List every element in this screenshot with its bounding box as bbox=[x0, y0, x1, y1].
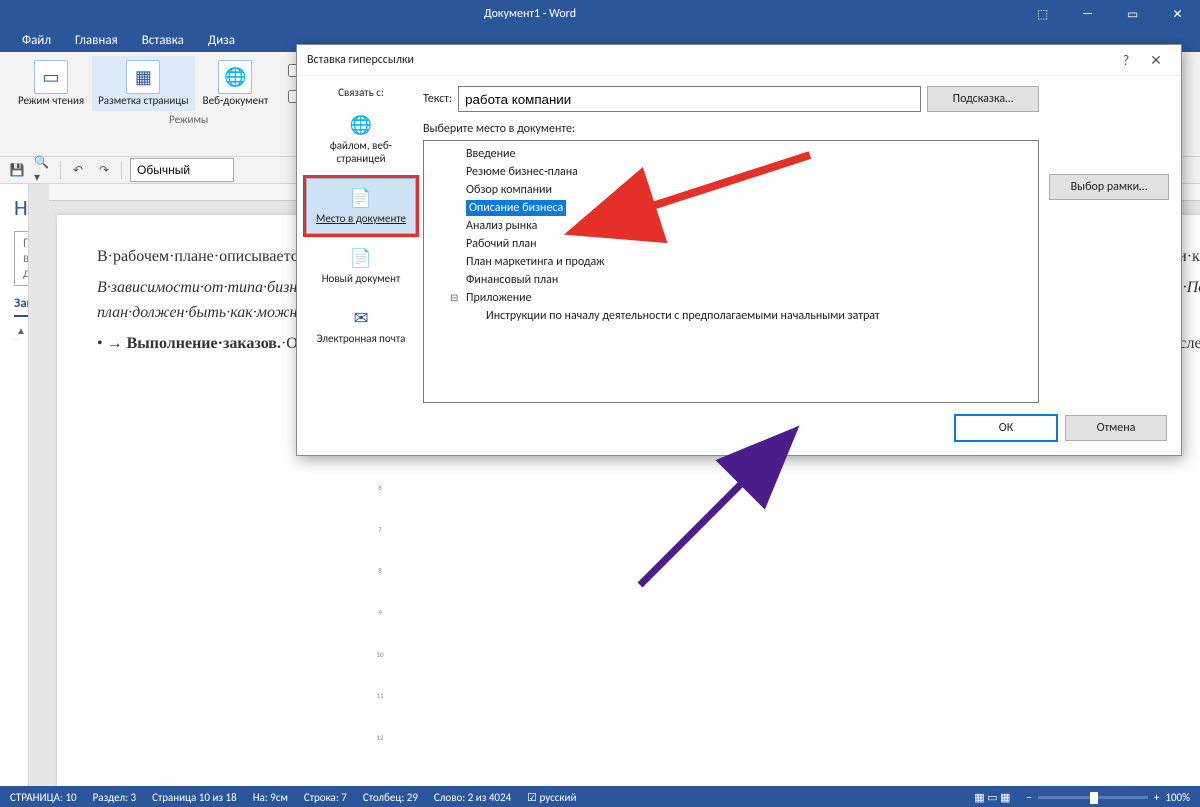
style-input[interactable] bbox=[130, 158, 234, 182]
screentip-button[interactable]: Подсказка… bbox=[927, 86, 1039, 112]
find-icon[interactable]: 🔍▾ bbox=[34, 161, 52, 179]
status-page-of[interactable]: Страница 10 из 18 bbox=[152, 791, 237, 804]
status-at[interactable]: На: 9см bbox=[253, 791, 288, 804]
status-lang[interactable]: ☑ русский bbox=[527, 791, 576, 804]
zoom-value: 100% bbox=[1165, 791, 1190, 804]
minimize-button[interactable]: — bbox=[1065, 0, 1110, 28]
tree-item[interactable]: Инструкции по началу деятельности с пред… bbox=[426, 307, 1036, 325]
tab-home[interactable]: Главная bbox=[63, 29, 130, 52]
dialog-help-button[interactable]: ? bbox=[1111, 52, 1141, 69]
status-words[interactable]: Слово: 2 из 4024 bbox=[434, 791, 511, 804]
document-locations-tree[interactable]: Введение Резюме бизнес-плана Обзор компа… bbox=[423, 140, 1039, 403]
tree-item[interactable]: Резюме бизнес-плана bbox=[426, 163, 1036, 181]
print-layout-label: Разметка страницы bbox=[98, 94, 189, 107]
display-text-label: Текст: bbox=[423, 92, 452, 106]
document-place-icon: 📄 bbox=[311, 187, 411, 209]
display-text-input[interactable] bbox=[458, 86, 921, 112]
tab-insert[interactable]: Вставка bbox=[130, 29, 196, 52]
save-icon[interactable]: 💾 bbox=[8, 161, 26, 179]
status-line[interactable]: Строка: 7 bbox=[304, 791, 347, 804]
link-to-email[interactable]: ✉ Электронная почта bbox=[306, 298, 416, 354]
nav-collapse-all[interactable]: ▲ bbox=[14, 322, 18, 340]
zoom-slider[interactable]: −+ 100% bbox=[1026, 791, 1190, 804]
tree-item[interactable]: Обзор компании bbox=[426, 181, 1036, 199]
web-layout-button[interactable]: 🌐 Веб-документ bbox=[197, 56, 275, 111]
insert-hyperlink-dialog: Вставка гиперссылки ? ✕ Связать с: 🌐 фай… bbox=[296, 44, 1182, 456]
tree-item[interactable]: Финансовый план bbox=[426, 271, 1036, 289]
tab-file[interactable]: Файл bbox=[10, 29, 63, 52]
target-frame-button[interactable]: Выбор рамки… bbox=[1049, 174, 1169, 200]
print-layout-button[interactable]: ▦ Разметка страницы bbox=[92, 56, 195, 111]
ok-button[interactable]: ОК bbox=[955, 415, 1057, 441]
dialog-close-button[interactable]: ✕ bbox=[1141, 52, 1171, 69]
tree-item[interactable]: План маркетинга и продаж bbox=[426, 253, 1036, 271]
title-bar: Документ1 - Word ⬚ — ▭ ✕ bbox=[0, 0, 1200, 28]
tree-item[interactable]: Рабочий план bbox=[426, 235, 1036, 253]
tree-item[interactable]: Приложение bbox=[426, 289, 1036, 307]
redo-icon[interactable]: ↷ bbox=[95, 161, 113, 179]
tree-item[interactable]: Введение bbox=[426, 145, 1036, 163]
cancel-button[interactable]: Отмена bbox=[1065, 415, 1167, 441]
page-icon: ▦ bbox=[126, 60, 160, 94]
tree-item[interactable]: Описание бизнеса bbox=[426, 199, 1036, 217]
window-title: Документ1 - Word bbox=[40, 7, 1020, 21]
undo-icon[interactable]: ↶ bbox=[69, 161, 87, 179]
link-to-file-web[interactable]: 🌐 файлом, веб-страницей bbox=[306, 105, 416, 174]
link-to-place-in-document[interactable]: 📄 Место в документе bbox=[306, 178, 416, 234]
select-place-label: Выберите место в документе: bbox=[423, 122, 1039, 136]
close-button[interactable]: ✕ bbox=[1155, 0, 1200, 28]
status-bar: СТРАНИЦА: 10 Раздел: 3 Страница 10 из 18… bbox=[0, 786, 1200, 807]
view-buttons[interactable]: ▦ ▭ ▦ bbox=[974, 791, 1010, 804]
dialog-title: Вставка гиперссылки bbox=[307, 53, 1111, 67]
nav-search-input[interactable]: Поиск в документе bbox=[14, 231, 29, 286]
tab-design[interactable]: Диза bbox=[196, 29, 247, 52]
nav-tab-headings[interactable]: Заголовки bbox=[14, 296, 29, 317]
view-group-label: Режимы bbox=[169, 113, 208, 126]
link-to-new-document[interactable]: 📄 Новый документ bbox=[306, 238, 416, 294]
ribbon-options-icon[interactable]: ⬚ bbox=[1020, 0, 1065, 28]
globe-icon: 🌐 bbox=[218, 60, 252, 94]
book-icon: ▭ bbox=[34, 60, 68, 94]
read-mode-button[interactable]: ▭ Режим чтения bbox=[12, 56, 90, 111]
globe-file-icon: 🌐 bbox=[311, 114, 411, 136]
new-document-icon: 📄 bbox=[311, 247, 411, 269]
web-layout-label: Веб-документ bbox=[203, 94, 269, 107]
navigation-pane: Навигация Поиск в документе Заголовки Ст… bbox=[0, 184, 29, 786]
status-page[interactable]: СТРАНИЦА: 10 bbox=[10, 791, 77, 804]
status-section[interactable]: Раздел: 3 bbox=[93, 791, 136, 804]
maximize-button[interactable]: ▭ bbox=[1110, 0, 1155, 28]
link-to-label: Связать с: bbox=[338, 86, 384, 99]
status-col[interactable]: Столбец: 29 bbox=[363, 791, 418, 804]
read-mode-label: Режим чтения bbox=[18, 94, 84, 107]
tree-item[interactable]: Анализ рынка bbox=[426, 217, 1036, 235]
email-icon: ✉ bbox=[311, 307, 411, 329]
